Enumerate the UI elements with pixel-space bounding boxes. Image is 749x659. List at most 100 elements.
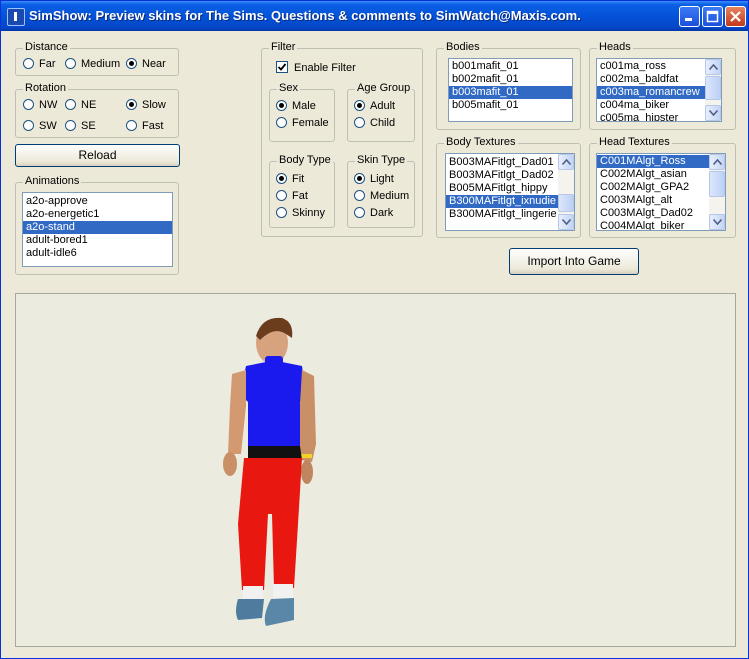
- heads-label: Heads: [597, 41, 633, 53]
- arrow-down-icon: [713, 219, 722, 225]
- age-group: Age Group Adult Child: [347, 82, 415, 142]
- body-item-selected[interactable]: b003mafit_01: [449, 86, 572, 99]
- checkmark-icon: [277, 63, 287, 71]
- head-texture-item-selected[interactable]: C001MAlgt_Ross: [597, 155, 709, 168]
- skin-light-radio[interactable]: Light: [354, 172, 394, 186]
- body-texture-item[interactable]: B005MAFitlgt_hippy: [446, 182, 558, 195]
- minimize-button[interactable]: [679, 6, 700, 27]
- heads-scrollbar[interactable]: [705, 59, 721, 121]
- body-texture-item[interactable]: B003MAFitlgt_Dad01: [446, 156, 558, 169]
- head-item[interactable]: c001ma_ross: [597, 60, 721, 73]
- rotation-se-radio[interactable]: SE: [65, 119, 96, 133]
- scroll-down-button[interactable]: [558, 214, 574, 230]
- animations-group: Animations a2o-approve a2o-energetic1 a2…: [15, 175, 179, 275]
- body-fit-radio[interactable]: Fit: [276, 172, 304, 186]
- body-item[interactable]: b002mafit_01: [449, 73, 572, 86]
- animations-label: Animations: [23, 175, 82, 187]
- sex-male-radio[interactable]: Male: [276, 99, 316, 113]
- head-texture-item[interactable]: C004MAlgt_biker: [597, 220, 709, 230]
- scroll-up-button[interactable]: [558, 154, 574, 170]
- filter-group: Filter Enable Filter Sex Male Female Age…: [261, 41, 423, 237]
- animations-list[interactable]: a2o-approve a2o-energetic1 a2o-stand adu…: [22, 192, 173, 267]
- arrow-up-icon: [709, 64, 718, 70]
- reload-button[interactable]: Reload: [15, 144, 180, 167]
- head-textures-scrollbar[interactable]: [709, 154, 725, 230]
- animation-item-selected[interactable]: a2o-stand: [23, 221, 172, 234]
- bodies-label: Bodies: [444, 41, 482, 53]
- scroll-down-button[interactable]: [705, 105, 721, 121]
- heads-group: Heads c001ma_ross c002ma_baldfat c003ma_…: [589, 41, 736, 130]
- animation-item[interactable]: a2o-energetic1: [23, 208, 172, 221]
- sex-female-radio[interactable]: Female: [276, 116, 329, 130]
- head-texture-item[interactable]: C002MAlgt_GPA2: [597, 181, 709, 194]
- simshow-window: SimShow: Preview skins for The Sims. Que…: [0, 0, 749, 659]
- maximize-button[interactable]: [702, 6, 723, 27]
- sim-collar: [265, 356, 283, 368]
- import-into-game-button[interactable]: Import Into Game: [509, 248, 639, 275]
- age-child-radio[interactable]: Child: [354, 116, 395, 130]
- head-item-selected[interactable]: c003ma_romancrew: [597, 86, 705, 99]
- body-textures-scrollbar[interactable]: [558, 154, 574, 230]
- scroll-up-button[interactable]: [705, 59, 721, 75]
- body-texture-item[interactable]: B300MAFitlgt_lingerie: [446, 208, 558, 221]
- arrow-down-icon: [562, 219, 571, 225]
- distance-medium-radio[interactable]: Medium: [65, 57, 120, 71]
- age-group-label: Age Group: [355, 82, 413, 94]
- skin-dark-radio[interactable]: Dark: [354, 206, 393, 220]
- body-fat-radio[interactable]: Fat: [276, 189, 308, 203]
- sim-right-hand: [301, 460, 313, 484]
- rotation-sw-radio[interactable]: SW: [23, 119, 57, 133]
- scroll-up-button[interactable]: [709, 154, 725, 170]
- scroll-thumb[interactable]: [705, 76, 721, 100]
- animation-item[interactable]: a2o-approve: [23, 195, 172, 208]
- rotation-fast-radio[interactable]: Fast: [126, 119, 163, 133]
- animation-item[interactable]: adult-idle6: [23, 247, 172, 260]
- body-texture-item-selected[interactable]: B300MAFitlgt_ixnudie: [446, 195, 558, 208]
- head-texture-item[interactable]: C003MAlgt_Dad02: [597, 207, 709, 220]
- body-texture-item[interactable]: B003MAFitlgt_Dad02: [446, 169, 558, 182]
- scroll-thumb[interactable]: [709, 171, 725, 197]
- head-textures-group: Head Textures C001MAlgt_Ross C002MAlgt_a…: [589, 136, 736, 238]
- distance-near-radio[interactable]: Near: [126, 57, 166, 71]
- bodies-list[interactable]: b001mafit_01 b002mafit_01 b003mafit_01 b…: [448, 58, 573, 122]
- close-icon: [730, 11, 741, 22]
- app-icon[interactable]: [7, 8, 25, 26]
- animation-item[interactable]: adult-bored1: [23, 234, 172, 247]
- rotation-ne-radio[interactable]: NE: [65, 98, 96, 112]
- rotation-slow-radio[interactable]: Slow: [126, 98, 166, 112]
- filter-label: Filter: [269, 41, 298, 53]
- bodies-group: Bodies b001mafit_01 b002mafit_01 b003maf…: [436, 41, 581, 130]
- distance-far-radio[interactable]: Far: [23, 57, 56, 71]
- title-bar[interactable]: SimShow: Preview skins for The Sims. Que…: [1, 1, 748, 31]
- sim-left-shoe: [236, 599, 264, 620]
- sim-character-preview: [223, 317, 316, 626]
- sim-left-hand: [223, 452, 237, 476]
- head-textures-list[interactable]: C001MAlgt_Ross C002MAlgt_asian C002MAlgt…: [596, 153, 726, 231]
- heads-list[interactable]: c001ma_ross c002ma_baldfat c003ma_romanc…: [596, 58, 722, 122]
- sim-left-arm: [228, 370, 246, 454]
- body-item[interactable]: b001mafit_01: [449, 60, 572, 73]
- sex-label: Sex: [277, 82, 300, 94]
- distance-label: Distance: [23, 41, 70, 53]
- head-item[interactable]: c005ma_hipster: [597, 112, 721, 121]
- scroll-down-button[interactable]: [709, 214, 725, 230]
- age-adult-radio[interactable]: Adult: [354, 99, 395, 113]
- rotation-nw-radio[interactable]: NW: [23, 98, 57, 112]
- sim-left-sock: [243, 586, 263, 600]
- scroll-thumb[interactable]: [558, 194, 574, 212]
- body-item[interactable]: b005mafit_01: [449, 99, 572, 112]
- skin-type-label: Skin Type: [355, 154, 408, 166]
- arrow-down-icon: [709, 110, 718, 116]
- skin-medium-radio[interactable]: Medium: [354, 189, 409, 203]
- body-textures-list[interactable]: B003MAFitlgt_Dad01 B003MAFitlgt_Dad02 B0…: [445, 153, 575, 231]
- head-item[interactable]: c002ma_baldfat: [597, 73, 721, 86]
- close-button[interactable]: [725, 6, 746, 27]
- head-texture-item[interactable]: C002MAlgt_asian: [597, 168, 709, 181]
- head-item[interactable]: c004ma_biker: [597, 99, 721, 112]
- head-texture-item[interactable]: C003MAlgt_alt: [597, 194, 709, 207]
- sim-right-sock: [273, 584, 293, 600]
- enable-filter-checkbox[interactable]: Enable Filter: [276, 61, 356, 75]
- body-skinny-radio[interactable]: Skinny: [276, 206, 325, 220]
- sim-right-shoe: [264, 598, 294, 626]
- preview-viewport[interactable]: [15, 293, 736, 647]
